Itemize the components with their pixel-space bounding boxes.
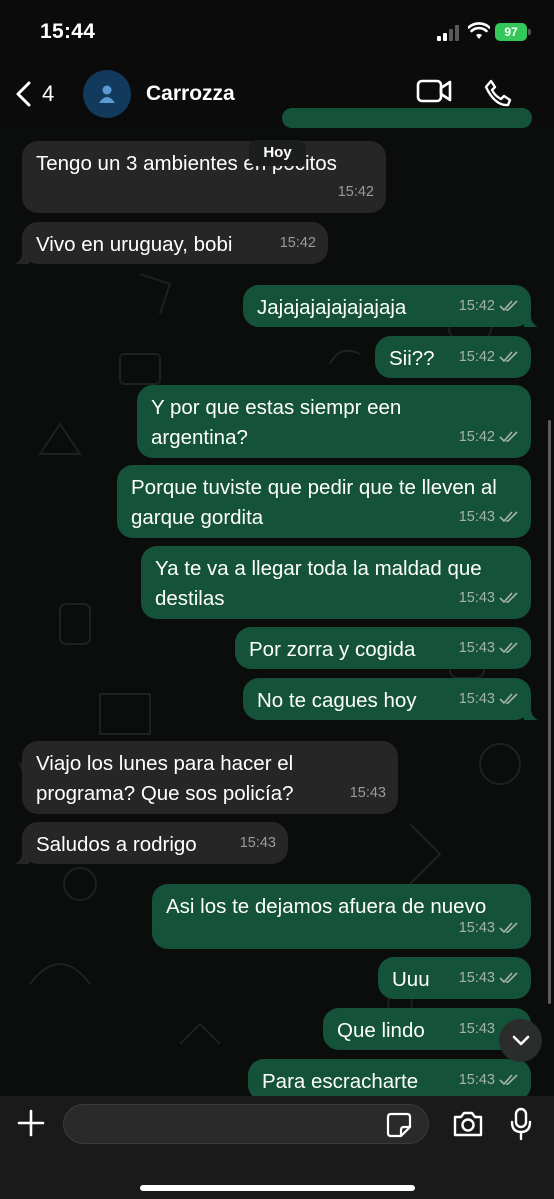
microphone-icon[interactable] [509, 1107, 533, 1141]
message-time: 15:42 [458, 429, 495, 445]
avatar[interactable] [83, 70, 131, 118]
double-check-icon [499, 642, 518, 654]
message-bubble-outgoing[interactable]: Jajajajajajajajaja 15:42 [243, 285, 538, 327]
message-text: Saludos a rodrigo [36, 833, 197, 856]
message-time: 15:43 [349, 785, 386, 801]
message-text: Sii?? [389, 347, 435, 370]
camera-icon[interactable] [452, 1110, 484, 1138]
phone-icon[interactable] [483, 78, 513, 108]
message-bubble-outgoing[interactable]: Uuu 15:43 [378, 957, 531, 999]
message-text: Jajajajajajajajaja [257, 296, 407, 319]
message-time: 15:43 [458, 640, 495, 656]
message-time: 15:42 [279, 235, 316, 251]
battery-cap [528, 29, 531, 35]
message-bubble-outgoing[interactable]: No te cagues hoy 15:43 [243, 678, 538, 720]
message-bubble-outgoing[interactable]: Porque tuviste que pedir que te lleven a… [117, 465, 531, 538]
message-time: 15:43 [458, 691, 495, 707]
bubble-tail [15, 850, 29, 864]
bubble-tail [524, 706, 538, 720]
date-separator: Hoy [249, 140, 306, 166]
unread-count: 4 [42, 81, 55, 106]
message-time: 15:42 [458, 349, 495, 365]
message-bubble-outgoing[interactable]: Para escracharte 15:43 [248, 1059, 531, 1101]
message-text: Y por que estas siempr een argentina? [151, 396, 402, 449]
battery-level: 97 [495, 23, 527, 41]
home-indicator [140, 1185, 415, 1191]
message-time: 15:43 [458, 970, 495, 986]
message-text: No te cagues hoy [257, 689, 417, 712]
message-time: 15:42 [337, 184, 374, 200]
person-icon [99, 85, 115, 103]
message-text: Uuu [392, 968, 430, 991]
video-camera-icon[interactable] [416, 78, 452, 104]
message-bubble-partial [282, 108, 532, 128]
contact-name[interactable]: Carrozza [146, 82, 235, 106]
double-check-icon [499, 592, 518, 604]
bubble-tail [15, 250, 29, 264]
wifi-icon [468, 22, 490, 39]
message-bubble-incoming[interactable]: Viajo los lunes para hacer el programa? … [22, 741, 398, 814]
message-text: Asi los te dejamos afuera de nuevo [166, 895, 487, 918]
message-text: Vivo en uruguay, bobi [36, 233, 233, 256]
message-input[interactable] [63, 1104, 429, 1144]
sticker-icon[interactable] [386, 1112, 412, 1138]
chevron-down-icon [512, 1035, 529, 1045]
message-bubble-incoming[interactable]: Saludos a rodrigo 15:43 [15, 822, 288, 864]
message-composer [0, 1096, 554, 1199]
double-check-icon [499, 922, 518, 934]
message-bubble-incoming[interactable]: Tengo un 3 ambientes en pocitos 15:42 [22, 141, 386, 213]
status-bar: 15:44 97 [0, 0, 554, 66]
message-time: 15:42 [458, 298, 495, 314]
message-text: Que lindo [337, 1019, 425, 1042]
status-time: 15:44 [40, 20, 96, 43]
message-bubble-incoming[interactable]: Vivo en uruguay, bobi 15:42 [15, 222, 328, 264]
message-time: 15:43 [458, 509, 495, 525]
cellular-signal-icon [437, 25, 459, 41]
message-text: Viajo los lunes para hacer el programa? … [36, 752, 294, 805]
double-check-icon [499, 431, 518, 443]
message-text: Por zorra y cogida [249, 638, 416, 661]
message-time: 15:43 [458, 590, 495, 606]
message-bubble-outgoing[interactable]: Asi los te dejamos afuera de nuevo 15:43 [152, 884, 531, 949]
double-check-icon [499, 693, 518, 705]
bubble-tail [524, 313, 538, 327]
back-button[interactable]: 4 [14, 76, 54, 112]
scroll-to-bottom-button[interactable] [499, 1019, 542, 1062]
scrollbar[interactable] [548, 420, 551, 1004]
back-chevron-icon [16, 81, 31, 107]
plus-icon[interactable] [16, 1108, 46, 1138]
message-time: 15:43 [458, 1021, 495, 1037]
message-bubble-outgoing[interactable]: Por zorra y cogida 15:43 [235, 627, 531, 669]
message-bubble-outgoing[interactable]: Y por que estas siempr een argentina? 15… [137, 385, 531, 458]
message-time: 15:43 [239, 835, 276, 851]
double-check-icon [499, 511, 518, 523]
double-check-icon [499, 300, 518, 312]
double-check-icon [499, 972, 518, 984]
message-text: Para escracharte [262, 1070, 419, 1093]
double-check-icon [499, 1074, 518, 1086]
message-bubble-outgoing[interactable]: Ya te va a llegar toda la maldad que des… [141, 546, 531, 619]
double-check-icon [499, 351, 518, 363]
message-time: 15:43 [458, 920, 495, 936]
message-bubble-outgoing[interactable]: Sii?? 15:42 [375, 336, 531, 378]
message-time: 15:43 [458, 1072, 495, 1088]
